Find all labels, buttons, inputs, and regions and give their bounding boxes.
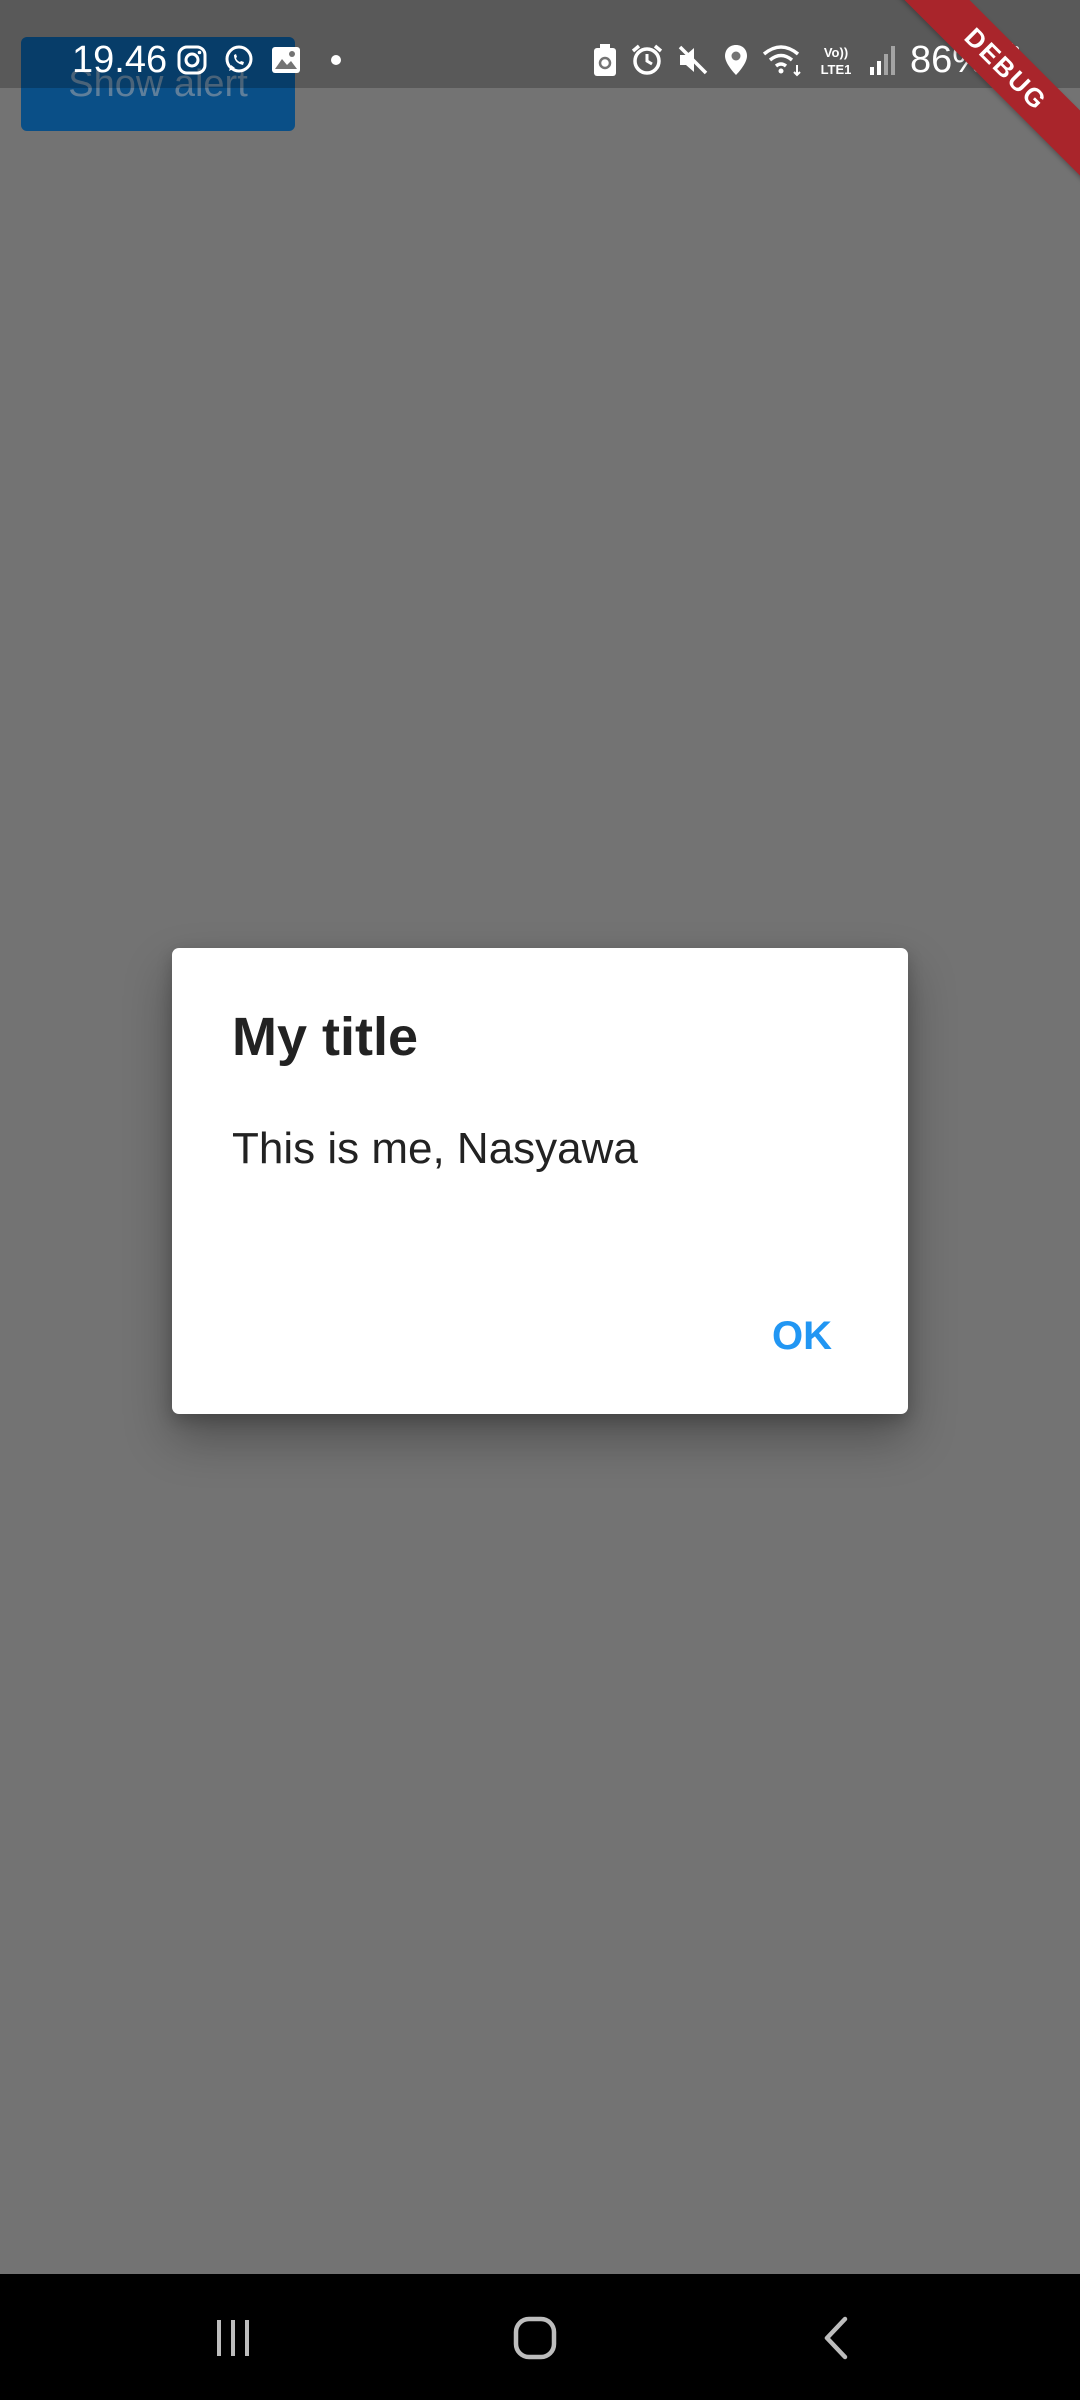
home-icon <box>513 2316 557 2360</box>
alert-dialog: My title This is me, Nasyawa OK <box>172 948 908 1414</box>
notification-icons <box>176 38 346 82</box>
alarm-icon <box>631 44 663 75</box>
whatsapp-icon <box>225 45 253 73</box>
dot-icon <box>331 55 341 65</box>
home-button[interactable] <box>480 2300 590 2376</box>
location-icon <box>724 45 747 75</box>
volte-icon: Vo)) LTE1 <box>821 45 852 77</box>
wifi-icon <box>762 45 801 77</box>
gallery-icon <box>272 47 300 73</box>
back-button[interactable] <box>782 2300 892 2376</box>
ok-button[interactable]: OK <box>742 1296 862 1376</box>
svg-text:LTE1: LTE1 <box>821 62 852 77</box>
recent-apps-button[interactable] <box>178 2300 288 2376</box>
status-time: 19.46 <box>72 39 168 81</box>
navigation-bar <box>0 2274 1080 2400</box>
recent-apps-icon <box>217 2320 249 2356</box>
svg-text:Vo)): Vo)) <box>824 45 848 60</box>
battery-saver-icon <box>593 44 616 76</box>
back-icon <box>824 2316 848 2360</box>
dialog-content: This is me, Nasyawa <box>232 1124 638 1173</box>
dialog-title: My title <box>232 1007 419 1067</box>
mute-icon <box>678 45 708 75</box>
instagram-icon <box>177 45 207 75</box>
signal-icon <box>869 46 895 75</box>
